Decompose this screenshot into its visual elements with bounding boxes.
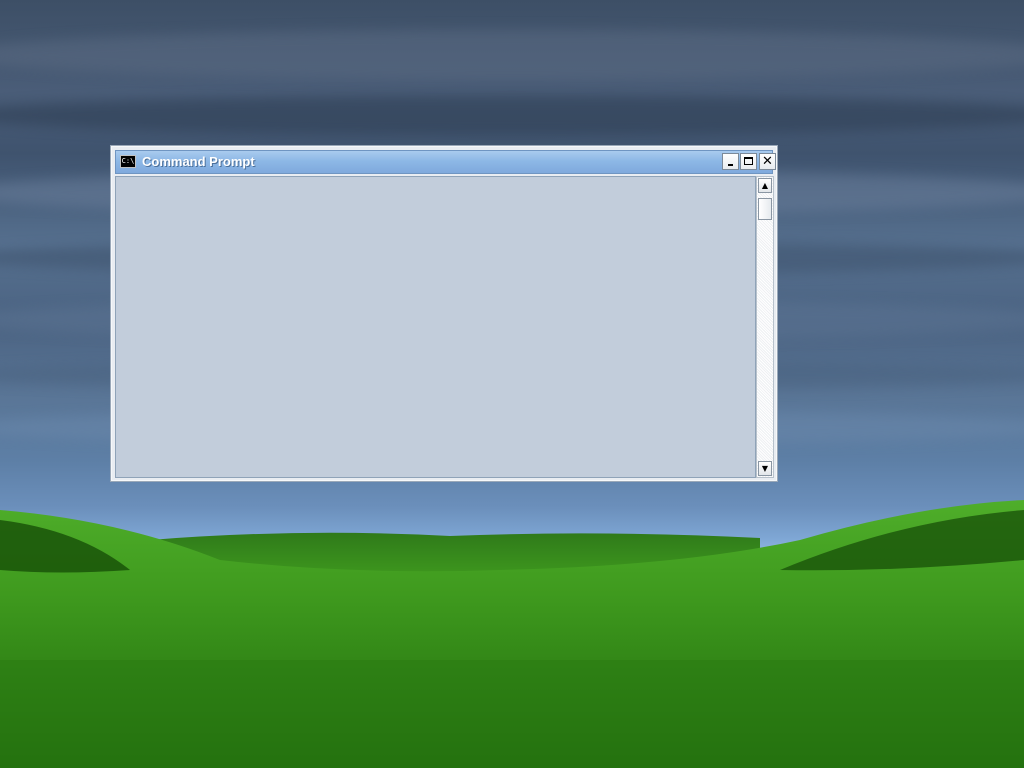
window-title: Command Prompt (142, 154, 255, 169)
maximize-icon (744, 157, 753, 165)
cloud-band (0, 95, 1024, 135)
console-area[interactable] (115, 176, 756, 478)
maximize-button[interactable] (740, 153, 757, 170)
vertical-scrollbar[interactable]: ▲ ▼ (756, 176, 774, 478)
scroll-up-button[interactable]: ▲ (758, 178, 772, 193)
close-icon: ✕ (762, 154, 773, 169)
arrow-down-icon: ▼ (761, 464, 769, 473)
scroll-thumb[interactable] (758, 198, 772, 220)
title-bar[interactable]: C:\ Command Prompt ✕ (115, 150, 776, 174)
close-button[interactable]: ✕ (759, 153, 776, 170)
minimize-icon (728, 164, 733, 166)
command-prompt-icon[interactable]: C:\ (120, 155, 136, 168)
arrow-up-icon: ▲ (761, 181, 769, 190)
cloud-band (0, 30, 1024, 80)
green-hills (0, 500, 1024, 768)
command-prompt-window[interactable]: C:\ Command Prompt ✕ ▲ ▼ (110, 145, 778, 482)
scroll-down-button[interactable]: ▼ (758, 461, 772, 476)
desktop: C:\ Command Prompt ✕ ▲ ▼ (0, 0, 1024, 768)
minimize-button[interactable] (722, 153, 739, 170)
